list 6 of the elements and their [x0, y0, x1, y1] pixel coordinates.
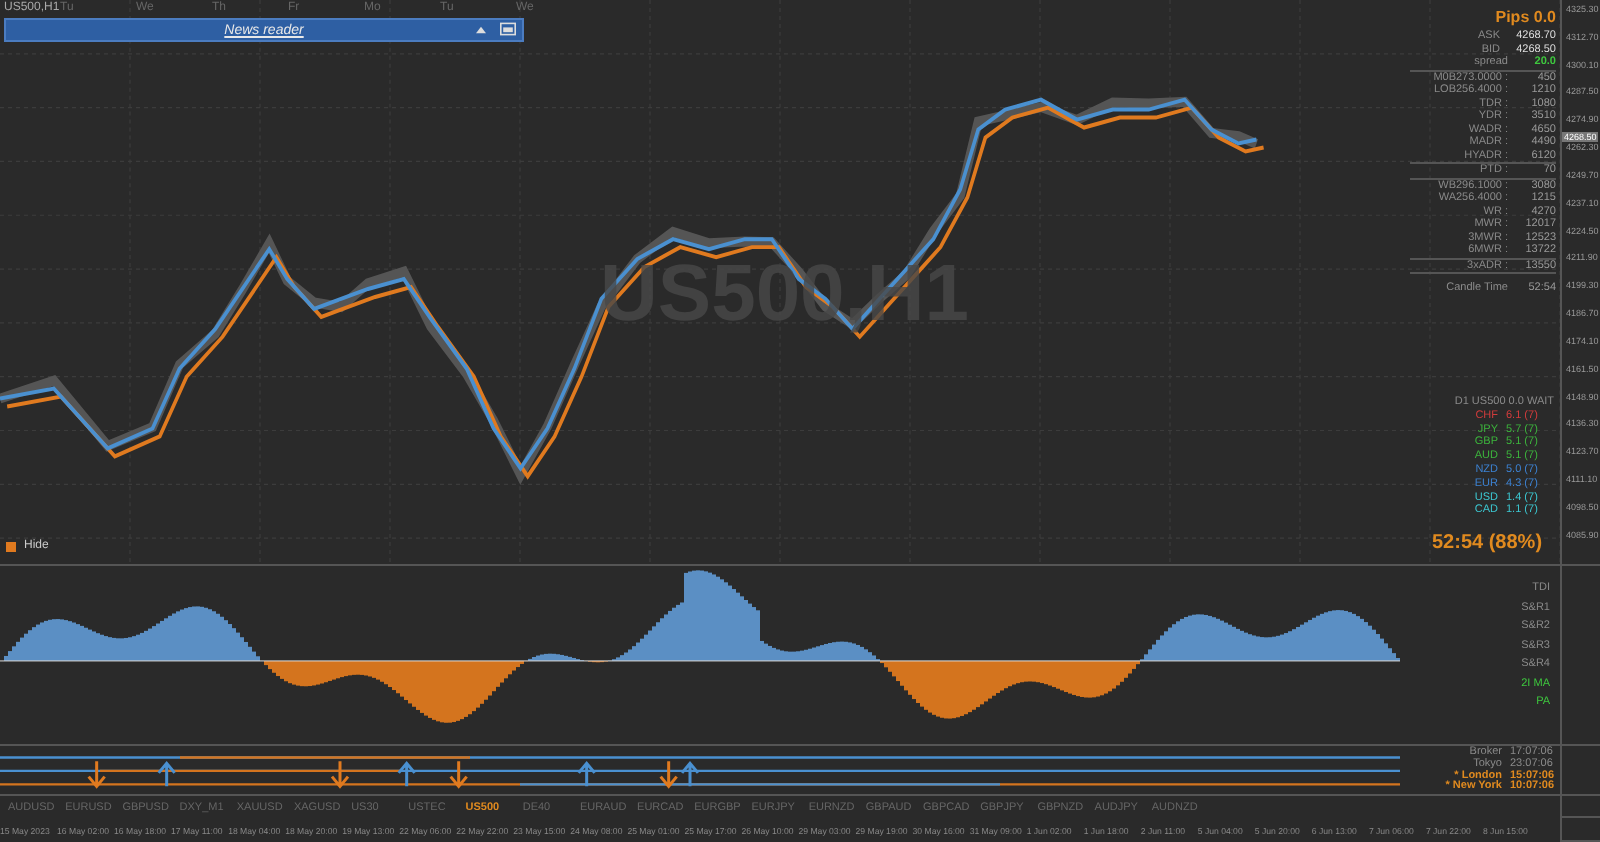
axis-strip	[1560, 818, 1600, 842]
collapse-icon[interactable]	[476, 26, 486, 34]
pips-readout: Pips 0.0	[1493, 6, 1556, 30]
window-icon[interactable]	[500, 22, 516, 36]
hide-toggle-icon[interactable]	[6, 541, 16, 551]
countdown-readout: 52:54 (88%)	[1432, 532, 1543, 554]
